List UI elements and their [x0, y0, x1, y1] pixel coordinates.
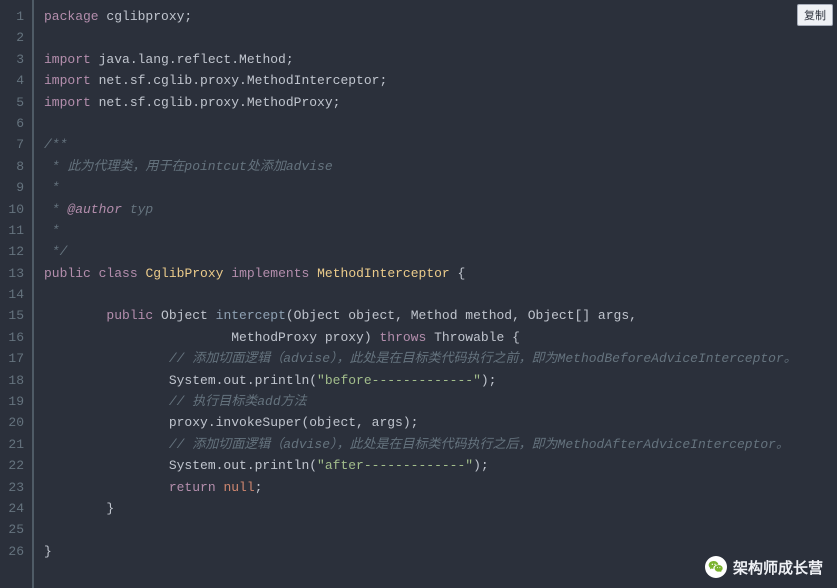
code-line: * 此为代理类，用于在pointcut处添加advise — [44, 156, 837, 177]
code-editor: 1234567891011121314151617181920212223242… — [0, 0, 837, 588]
code-line: import net.sf.cglib.proxy.MethodProxy; — [44, 92, 837, 113]
code-line: import net.sf.cglib.proxy.MethodIntercep… — [44, 70, 837, 91]
code-line — [44, 113, 837, 134]
line-number: 6 — [0, 113, 24, 134]
line-number: 20 — [0, 412, 24, 433]
line-number: 7 — [0, 134, 24, 155]
code-line: * — [44, 177, 837, 198]
code-line: * @author typ — [44, 199, 837, 220]
code-line: MethodProxy proxy) throws Throwable { — [44, 327, 837, 348]
line-number: 10 — [0, 199, 24, 220]
line-number: 24 — [0, 498, 24, 519]
line-number: 11 — [0, 220, 24, 241]
code-line: System.out.println("after-------------")… — [44, 455, 837, 476]
line-number: 23 — [0, 477, 24, 498]
line-number: 12 — [0, 241, 24, 262]
code-line: // 添加切面逻辑（advise），此处是在目标类代码执行之前，即为Method… — [44, 348, 837, 369]
line-number: 16 — [0, 327, 24, 348]
watermark: 架构师成长营 — [705, 556, 823, 578]
code-line — [44, 284, 837, 305]
code-line: /** — [44, 134, 837, 155]
watermark-text: 架构师成长营 — [733, 557, 823, 578]
code-line: // 添加切面逻辑（advise），此处是在目标类代码执行之后，即为Method… — [44, 434, 837, 455]
line-number: 21 — [0, 434, 24, 455]
line-number: 22 — [0, 455, 24, 476]
code-line: } — [44, 498, 837, 519]
line-number: 3 — [0, 49, 24, 70]
code-content: package cglibproxy; import java.lang.ref… — [34, 0, 837, 588]
copy-button[interactable]: 复制 — [797, 4, 833, 26]
line-number: 25 — [0, 519, 24, 540]
code-line: return null; — [44, 477, 837, 498]
code-line: public class CglibProxy implements Metho… — [44, 263, 837, 284]
line-number: 9 — [0, 177, 24, 198]
code-line: import java.lang.reflect.Method; — [44, 49, 837, 70]
line-number: 4 — [0, 70, 24, 91]
wechat-icon — [705, 556, 727, 578]
code-line: public Object intercept(Object object, M… — [44, 305, 837, 326]
line-number: 17 — [0, 348, 24, 369]
line-number: 5 — [0, 92, 24, 113]
line-number: 1 — [0, 6, 24, 27]
code-line: package cglibproxy; — [44, 6, 837, 27]
code-line — [44, 27, 837, 48]
line-number: 8 — [0, 156, 24, 177]
line-gutter: 1234567891011121314151617181920212223242… — [0, 0, 34, 588]
line-number: 19 — [0, 391, 24, 412]
line-number: 13 — [0, 263, 24, 284]
line-number: 26 — [0, 541, 24, 562]
code-line: */ — [44, 241, 837, 262]
code-line: proxy.invokeSuper(object, args); — [44, 412, 837, 433]
line-number: 15 — [0, 305, 24, 326]
code-line: * — [44, 220, 837, 241]
line-number: 14 — [0, 284, 24, 305]
code-line: // 执行目标类add方法 — [44, 391, 837, 412]
line-number: 2 — [0, 27, 24, 48]
code-line: System.out.println("before-------------"… — [44, 370, 837, 391]
code-line — [44, 519, 837, 540]
line-number: 18 — [0, 370, 24, 391]
